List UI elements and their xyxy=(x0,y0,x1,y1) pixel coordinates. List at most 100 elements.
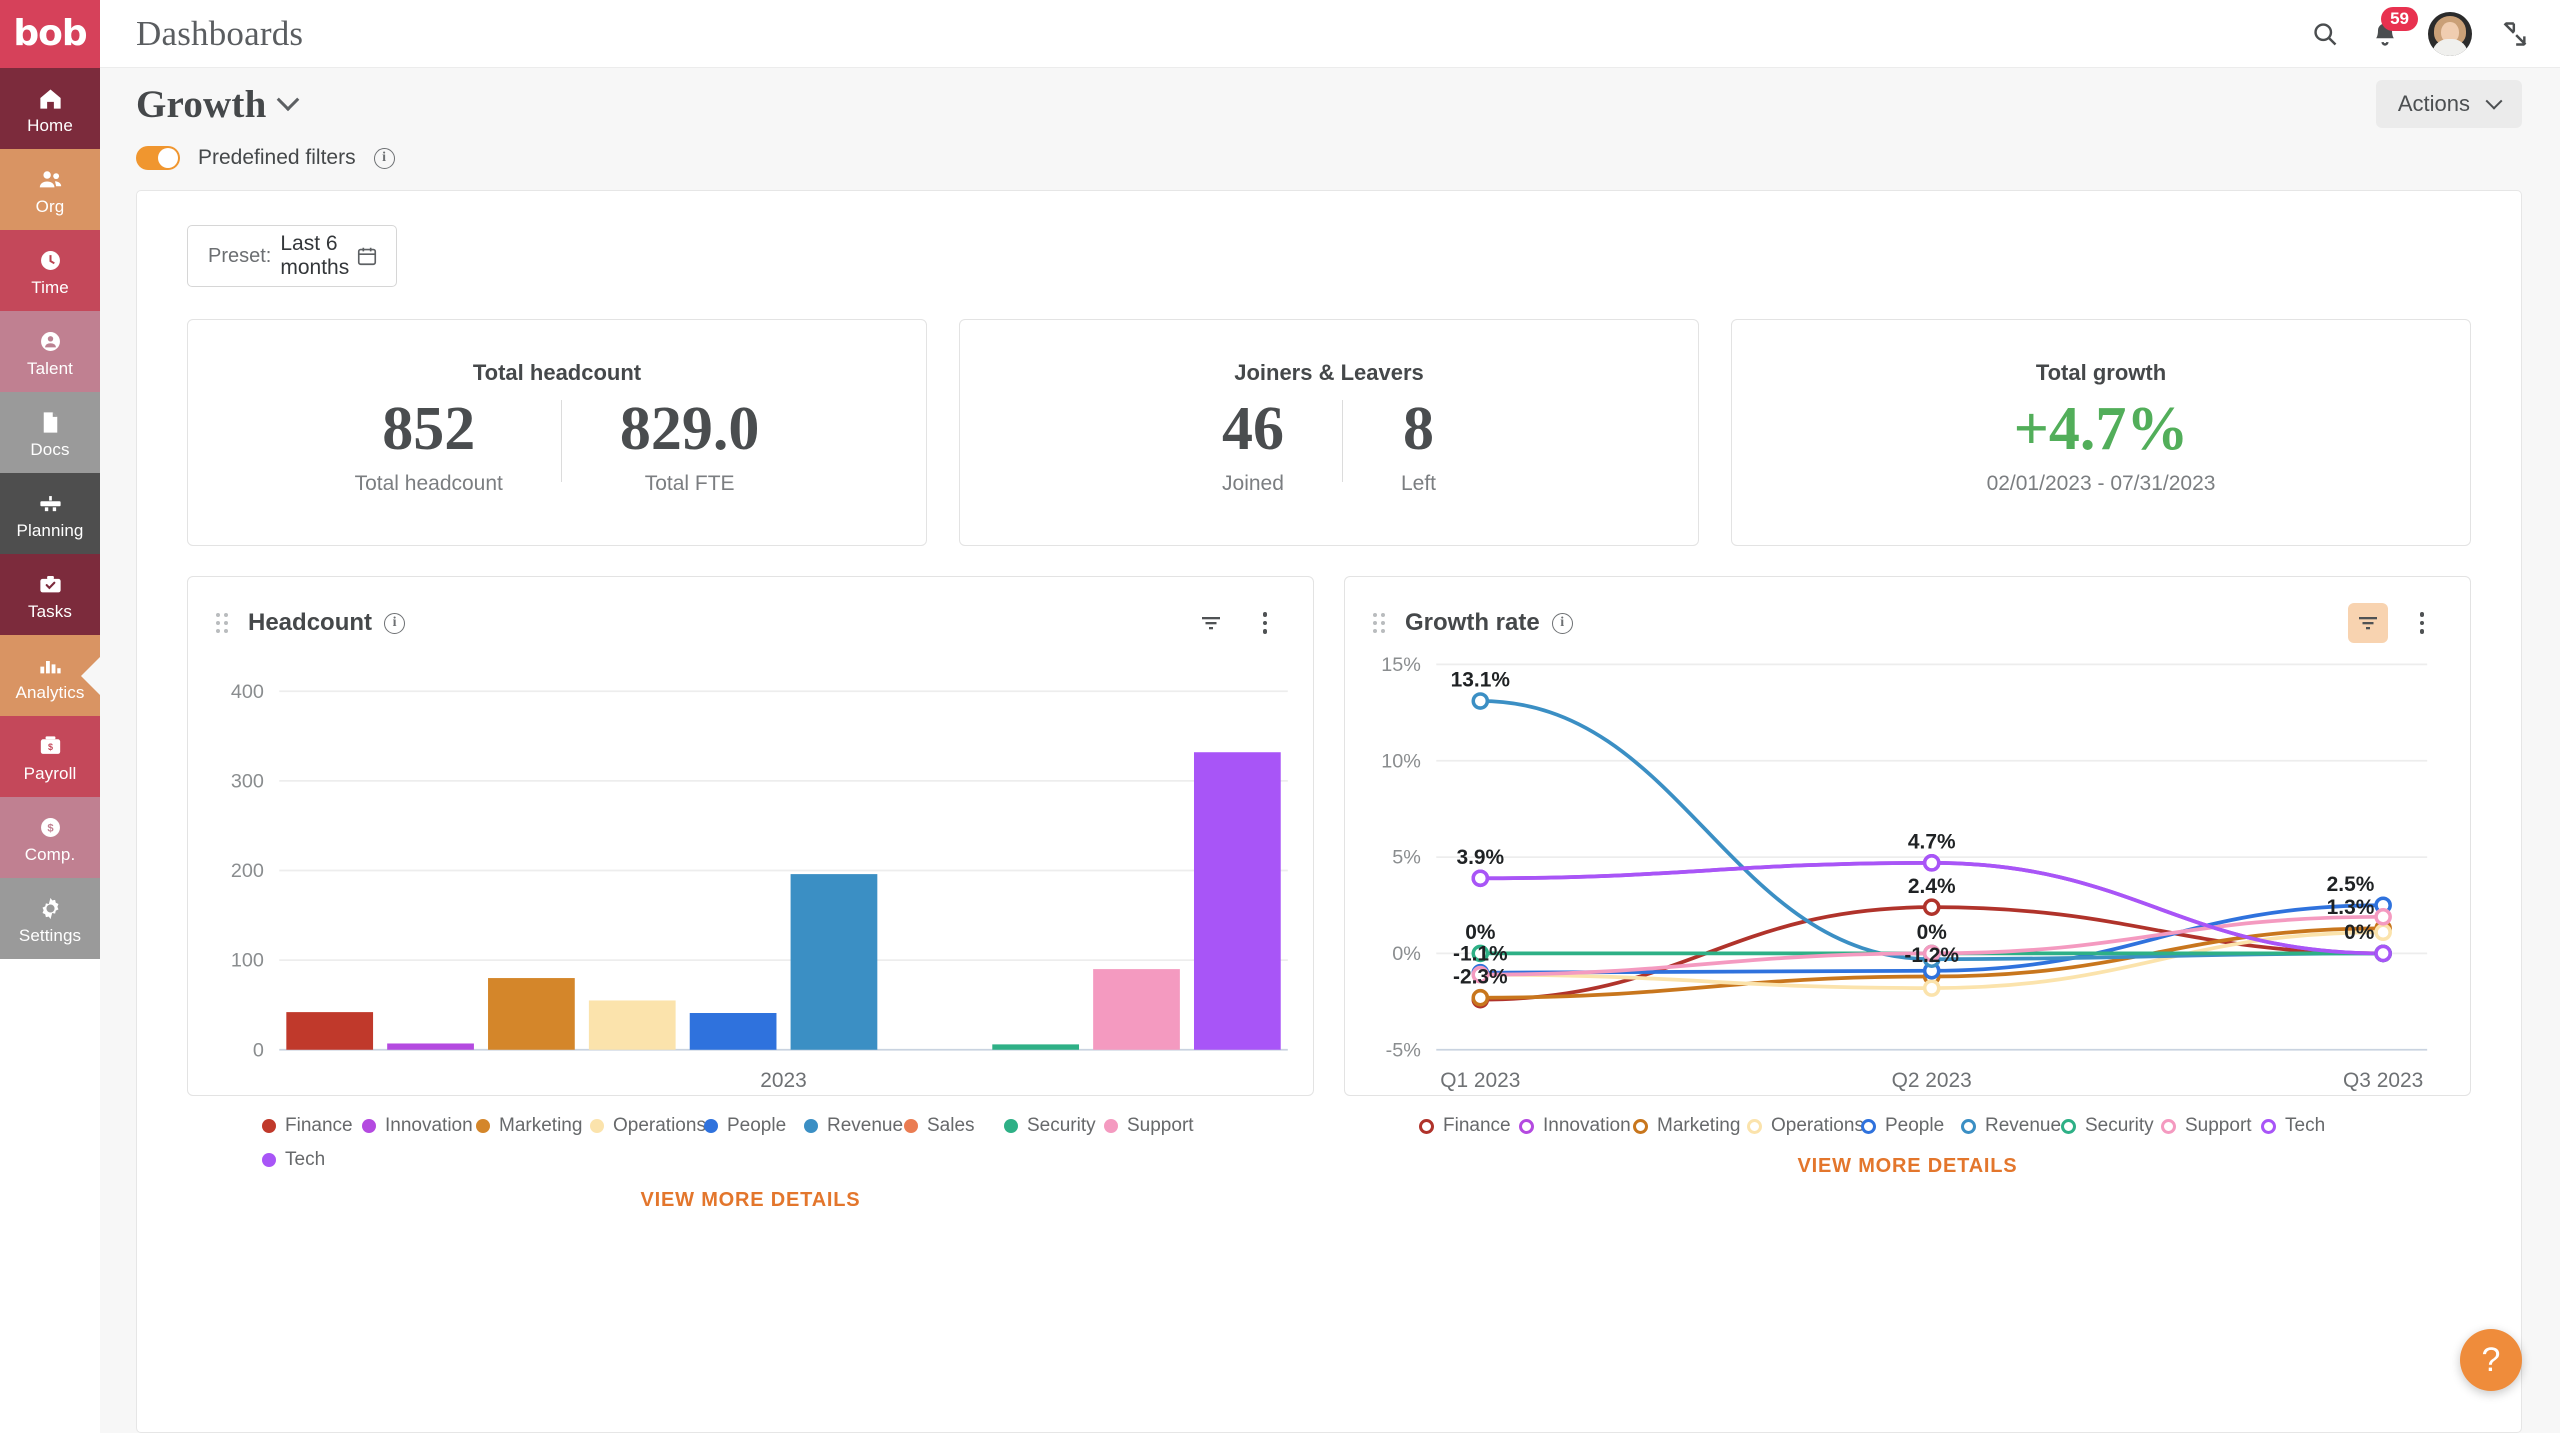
legend-label: Innovation xyxy=(1543,1115,1631,1137)
sidebar-item-settings[interactable]: Settings xyxy=(0,878,100,959)
payroll-icon: $ xyxy=(35,731,65,761)
legend-item[interactable]: Marketing xyxy=(1633,1115,1747,1137)
chevron-down-icon[interactable] xyxy=(277,88,300,112)
svg-text:-1.1%: -1.1% xyxy=(1453,942,1508,965)
legend-marker-icon xyxy=(476,1119,490,1134)
svg-text:Q1 2023: Q1 2023 xyxy=(1440,1069,1520,1092)
sidebar-item-comp[interactable]: $ Comp. xyxy=(0,797,100,878)
kpi-metric: 852 Total headcount xyxy=(297,392,561,496)
svg-text:0%: 0% xyxy=(1917,921,1948,944)
legend-item[interactable]: Tech xyxy=(262,1149,362,1171)
svg-text:Q2 2023: Q2 2023 xyxy=(1892,1069,1972,1092)
avatar[interactable] xyxy=(2428,11,2472,56)
legend-marker-icon xyxy=(1004,1119,1018,1134)
dollar-icon: $ xyxy=(35,812,65,842)
legend-item[interactable]: Support xyxy=(1104,1115,1204,1137)
drag-handle-icon[interactable] xyxy=(216,613,232,633)
legend-label: Innovation xyxy=(385,1115,473,1137)
headcount-plot: 0 100 200 300 400 2023 xyxy=(200,649,1301,1111)
home-icon xyxy=(35,83,65,113)
view-more-details-link[interactable]: VIEW MORE DETAILS xyxy=(1798,1155,2018,1178)
headcount-footer: VIEW MORE DETAILS xyxy=(188,1183,1313,1226)
date-preset-selector[interactable]: Preset: Last 6 months xyxy=(187,225,397,287)
legend-item[interactable]: Innovation xyxy=(1519,1115,1633,1137)
calendar-icon[interactable] xyxy=(356,245,378,267)
legend-item[interactable]: Support xyxy=(2161,1115,2261,1137)
info-icon[interactable]: i xyxy=(384,612,406,634)
sidebar-item-label: Payroll xyxy=(23,764,77,783)
kpi-row: Total headcount 852 Total headcount 829.0 To… xyxy=(187,319,2471,546)
bob-logo[interactable]: bob xyxy=(0,0,100,68)
legend-marker-icon xyxy=(704,1119,718,1134)
legend-item[interactable]: Revenue xyxy=(804,1115,904,1137)
filter-icon[interactable] xyxy=(1191,603,1231,643)
legend-item[interactable]: Marketing xyxy=(476,1115,590,1137)
legend-item[interactable]: Security xyxy=(2061,1115,2161,1137)
search-icon[interactable] xyxy=(2308,17,2342,51)
drag-handle-icon[interactable] xyxy=(1373,613,1389,633)
growth-rate-card: Growth rate i -5% 0% 5% 10% 15% 2.4% 3.9% 4.7% -… xyxy=(1344,576,2471,1177)
sidebar-item-tasks[interactable]: Tasks xyxy=(0,554,100,635)
legend-marker-icon xyxy=(2061,1118,2076,1134)
svg-text:400: 400 xyxy=(231,681,264,703)
legend-item[interactable]: Tech xyxy=(2261,1115,2361,1137)
svg-text:$: $ xyxy=(47,742,52,752)
sidebar-item-label: Analytics xyxy=(15,683,85,702)
svg-text:2023: 2023 xyxy=(760,1069,807,1092)
more-vertical-icon[interactable] xyxy=(2402,603,2442,643)
legend-item[interactable]: Sales xyxy=(904,1115,1004,1137)
legend-label: Sales xyxy=(927,1115,975,1137)
help-button[interactable]: ? xyxy=(2460,1329,2522,1391)
sidebar-item-docs[interactable]: Docs xyxy=(0,392,100,473)
sidebar-item-label: Planning xyxy=(16,521,84,540)
kpi-title: Total growth xyxy=(2035,360,2167,385)
collapse-icon[interactable] xyxy=(2498,17,2532,51)
growth-rate-footer: VIEW MORE DETAILS xyxy=(1345,1149,2470,1192)
legend-label: Support xyxy=(1127,1115,1194,1137)
preset-label: Preset: xyxy=(208,244,272,267)
bell-icon[interactable]: 59 xyxy=(2368,6,2418,51)
filter-icon[interactable] xyxy=(2348,603,2388,643)
legend-item[interactable]: People xyxy=(704,1115,804,1137)
legend-item[interactable]: Innovation xyxy=(362,1115,476,1137)
info-icon[interactable]: i xyxy=(1551,612,1573,634)
legend-item[interactable]: Operations xyxy=(590,1115,706,1137)
sidebar-item-label: Docs xyxy=(30,440,70,459)
svg-text:Q3 2023: Q3 2023 xyxy=(2343,1069,2423,1092)
headcount-title: Headcount xyxy=(248,609,373,636)
sidebar-item-label: Settings xyxy=(18,926,82,945)
legend-label: Finance xyxy=(285,1115,353,1137)
legend-item[interactable]: Security xyxy=(1004,1115,1104,1137)
kpi-label: 02/01/2023 - 07/31/2023 xyxy=(1986,472,2216,496)
sidebar-item-talent[interactable]: Talent xyxy=(0,311,100,392)
gear-icon xyxy=(35,893,65,923)
legend-item[interactable]: Revenue xyxy=(1961,1115,2061,1137)
kpi-value: 8 xyxy=(1403,395,1434,463)
actions-button[interactable]: Actions xyxy=(2375,80,2522,128)
growth-rate-legend: Finance Innovation Marketing Operations Peop… xyxy=(1345,1111,2470,1149)
legend-item[interactable]: Finance xyxy=(262,1115,362,1137)
sidebar-item-planning[interactable]: Planning xyxy=(0,473,100,554)
view-more-details-link[interactable]: VIEW MORE DETAILS xyxy=(641,1189,861,1212)
legend-label: Support xyxy=(2185,1115,2252,1137)
legend-marker-icon xyxy=(1861,1118,1876,1134)
more-vertical-icon[interactable] xyxy=(1245,603,1285,643)
info-icon[interactable]: i xyxy=(373,147,395,169)
legend-item[interactable]: Operations xyxy=(1747,1115,1864,1137)
legend-marker-icon xyxy=(804,1119,818,1134)
document-icon xyxy=(35,407,65,437)
sidebar-item-home[interactable]: Home xyxy=(0,68,100,149)
svg-text:300: 300 xyxy=(231,771,264,793)
kpi-metric: 829.0 Total FTE xyxy=(562,392,818,496)
preset-value: Last 6 months xyxy=(280,232,350,279)
sidebar-item-org[interactable]: Org xyxy=(0,149,100,230)
legend-item[interactable]: People xyxy=(1861,1115,1961,1137)
predefined-filters-toggle[interactable] xyxy=(136,146,180,170)
growth-rate-card-header: Growth rate i xyxy=(1345,577,2470,643)
legend-marker-icon xyxy=(2161,1118,2176,1134)
sidebar-item-analytics[interactable]: Analytics xyxy=(0,635,100,716)
sidebar-item-time[interactable]: Time xyxy=(0,230,100,311)
kpi-metric: 8 Left xyxy=(1343,392,1494,496)
legend-item[interactable]: Finance xyxy=(1419,1115,1519,1137)
sidebar-item-payroll[interactable]: $ Payroll xyxy=(0,716,100,797)
